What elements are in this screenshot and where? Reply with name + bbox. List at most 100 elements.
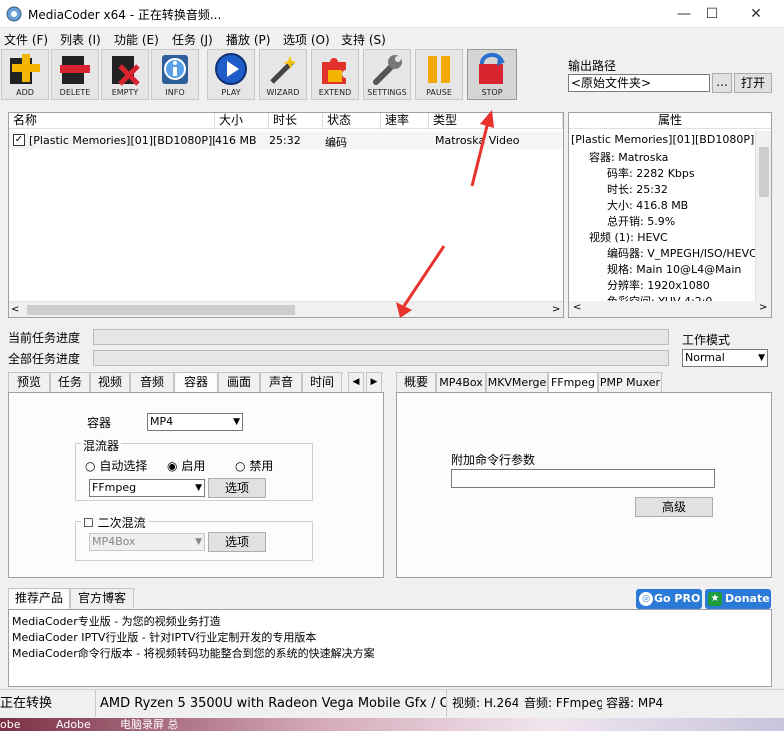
muxer-select[interactable]: FFmpeg ▼ [89,479,205,497]
radio-auto[interactable]: ○ 自动选择 [85,457,147,474]
donate-button[interactable]: ★ Donate [705,589,771,609]
menu-file[interactable]: 文件 (F) [4,31,48,48]
maximize-button[interactable]: ☐ [692,0,732,28]
column-duration[interactable]: 时长 [269,113,323,129]
tab-mp4box[interactable]: MP4Box [436,372,486,392]
tree-item[interactable]: 编码器: V_MPEGH/ISO/HEVC [607,245,755,261]
delete-button[interactable]: DELETE [51,49,99,100]
tab-pmp-muxer[interactable]: PMP Muxer [598,372,662,392]
properties-scroll-thumb[interactable] [759,147,769,197]
scroll-left-arrow[interactable]: < [11,304,19,315]
radio-enable-circle[interactable]: ◉ [167,459,177,473]
menu-options[interactable]: 选项 (O) [283,31,330,48]
extend-button[interactable]: EXTEND [311,49,359,100]
row-checkbox[interactable]: ✓ [13,134,25,146]
tab-picture[interactable]: 画面 [218,372,260,392]
taskbar-item[interactable]: obe [0,718,20,731]
settings-button[interactable]: SETTINGS [363,49,411,100]
column-type[interactable]: 类型 [429,113,563,129]
advanced-button[interactable]: 高级 [635,497,713,517]
empty-button[interactable]: EMPTY [101,49,149,100]
news-item[interactable]: MediaCoder IPTV行业版 - 针对IPTV行业定制开发的专用版本 [12,629,316,645]
tree-item[interactable]: 时长: 25:32 [607,181,668,197]
stop-button[interactable]: STOP [467,49,517,100]
menu-task[interactable]: 任务 (J) [172,31,213,48]
cell-name: [Plastic Memories][01][BD1080P][... [29,134,215,147]
settings-label: SETTINGS [367,88,407,97]
chevron-down-icon: ▼ [195,483,202,493]
pause-button[interactable]: PAUSE [415,49,463,100]
news-item[interactable]: MediaCoder命令行版本 - 将视频转码功能整合到您的系统的快速解决方案 [12,645,375,661]
tree-item[interactable]: 容器: Matroska [589,149,668,165]
scroll-right-arrow[interactable]: > [552,304,560,315]
wizard-button[interactable]: WIZARD [259,49,307,100]
tab-time[interactable]: 时间 [302,372,342,392]
tree-item[interactable]: 色彩空间: YUV 4:2:0 [607,293,712,301]
tab-video[interactable]: 视频 [90,372,130,392]
properties-tree[interactable]: [Plastic Memories][01][BD1080P][x265 容器:… [569,131,755,301]
scroll-thumb[interactable] [27,305,295,315]
menu-play[interactable]: 播放 (P) [226,31,270,48]
prop-scroll-right[interactable]: > [759,302,767,313]
second-mux-options-button[interactable]: 选项 [208,532,266,552]
table-row[interactable]: ✓ [Plastic Memories][01][BD1080P][... 41… [9,132,563,149]
tab-mkvmerge[interactable]: MKVMerge [486,372,548,392]
tree-root[interactable]: [Plastic Memories][01][BD1080P][x265 [571,133,755,146]
play-label: PLAY [221,88,241,97]
tab-scroll-left-icon[interactable]: ◀ [348,372,364,392]
gopro-icon: ◎ [639,592,653,606]
tab-preview[interactable]: 预览 [8,372,50,392]
radio-disable[interactable]: ○ 禁用 [235,457,273,474]
menu-function[interactable]: 功能 (E) [114,31,159,48]
menu-list[interactable]: 列表 (I) [60,31,101,48]
properties-vscrollbar[interactable] [755,131,771,301]
checkbox-icon[interactable]: ☐ [83,516,94,530]
browse-button[interactable]: ... [712,73,732,93]
taskbar-item[interactable]: Adobe [56,718,91,731]
tree-item[interactable]: 大小: 416.8 MB [607,197,688,213]
tree-item[interactable]: 码率: 2282 Kbps [607,165,695,181]
tab-ffmpeg[interactable]: FFmpeg [548,372,598,393]
tab-container[interactable]: 容器 [174,372,218,393]
tree-item[interactable]: 总开销: 5.9% [607,213,675,229]
tree-item[interactable]: 分辨率: 1920x1080 [607,277,710,293]
column-size[interactable]: 大小 [215,113,269,129]
container-select[interactable]: MP4 ▼ [147,413,243,431]
second-mux-checkbox[interactable]: ☐ 二次混流 [81,514,148,531]
news-item[interactable]: MediaCoder专业版 - 为您的视频业务打造 [12,613,221,629]
args-input[interactable] [451,469,715,488]
tab-scroll-right-icon[interactable]: ▶ [366,372,382,392]
tree-item[interactable]: 规格: Main 10@L4@Main [607,261,741,277]
taskbar-item[interactable]: 电脑录屏 总 [120,718,179,731]
radio-auto-circle[interactable]: ○ [85,459,95,473]
tab-recommended[interactable]: 推荐产品 [8,588,70,609]
output-path-field[interactable]: <原始文件夹> [568,74,710,92]
tab-summary[interactable]: 概要 [396,372,436,392]
info-button[interactable]: INFO [151,49,199,100]
menu-support[interactable]: 支持 (S) [341,31,386,48]
tab-task[interactable]: 任务 [50,372,90,392]
play-button[interactable]: PLAY [207,49,255,100]
status-video: 视频: H.264 [452,696,518,710]
column-rate[interactable]: 速率 [381,113,429,129]
file-list-hscrollbar[interactable]: < > [9,301,563,317]
tab-audio[interactable]: 音频 [130,372,174,392]
tab-sound[interactable]: 声音 [260,372,302,392]
add-button[interactable]: ADD [1,49,49,100]
close-button[interactable]: ✕ [736,0,776,28]
radio-disable-circle[interactable]: ○ [235,459,245,473]
column-name[interactable]: 名称 [9,113,215,129]
second-mux-label: 二次混流 [97,516,146,530]
gopro-button[interactable]: ◎ Go PRO [636,589,702,609]
add-icon [10,54,40,84]
muxer-options-button[interactable]: 选项 [208,478,266,498]
file-list[interactable]: 名称 大小 时长 状态 速率 类型 ✓ [Plastic Memories][0… [8,112,564,318]
properties-hscrollbar[interactable]: < > [569,301,771,317]
radio-enable[interactable]: ◉ 启用 [167,457,205,474]
prop-scroll-left[interactable]: < [573,302,581,313]
tree-item[interactable]: 视频 (1): HEVC [589,229,668,245]
tab-official-blog[interactable]: 官方博客 [70,588,134,608]
open-button[interactable]: 打开 [734,73,772,93]
work-mode-select[interactable]: Normal ▼ [682,349,768,367]
column-status[interactable]: 状态 [323,113,381,129]
